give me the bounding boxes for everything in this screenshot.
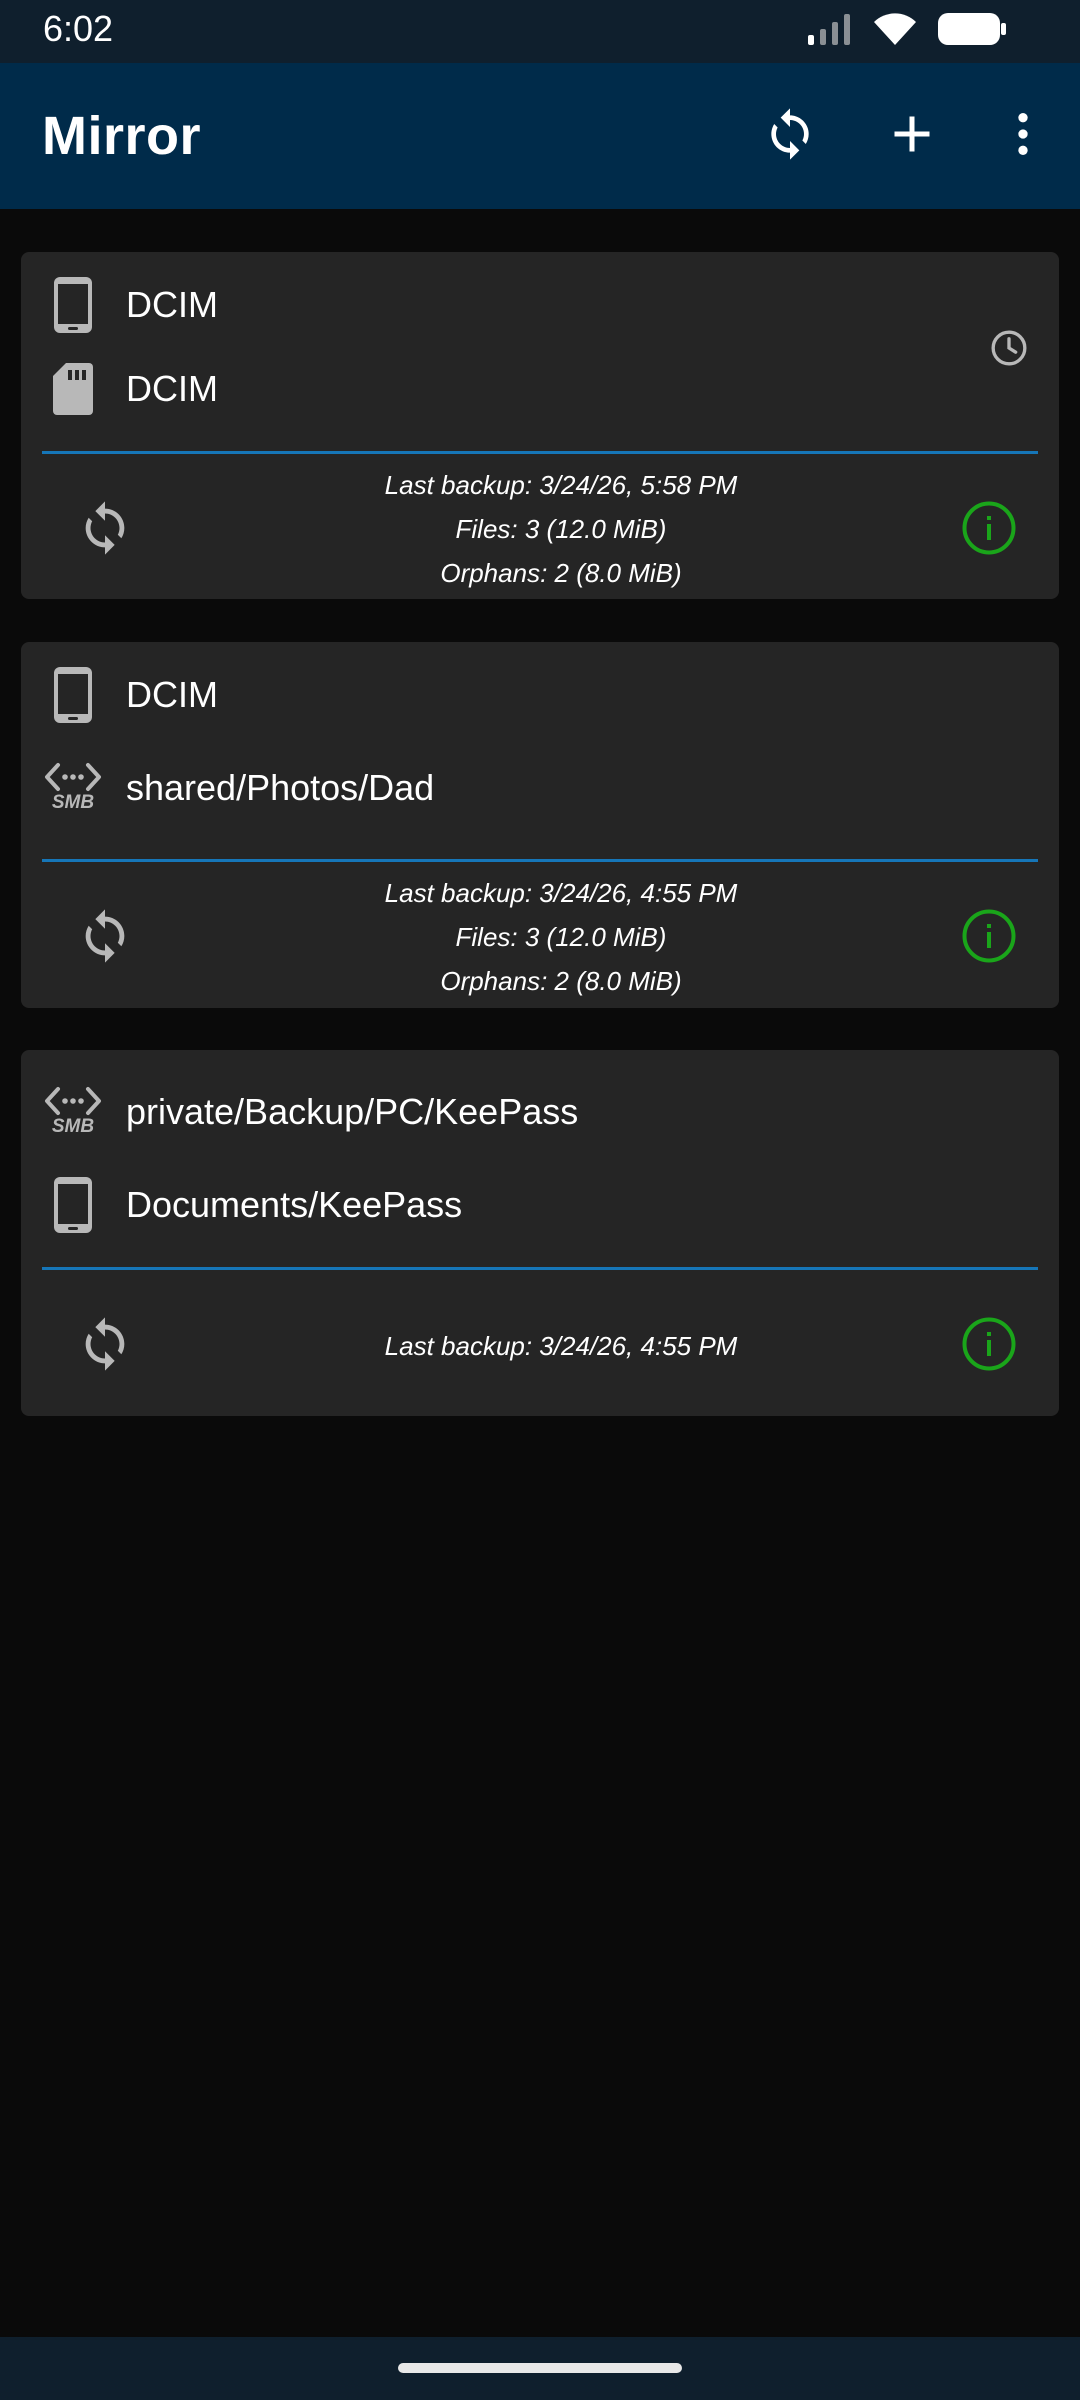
destination-row: DCIM xyxy=(21,349,921,429)
destination-path: Documents/KeePass xyxy=(126,1184,463,1225)
info-button[interactable] xyxy=(949,898,1029,978)
sync-button[interactable] xyxy=(65,1306,145,1386)
schedule-icon xyxy=(979,318,1039,378)
source-row: SMB private/Backup/PC/KeePass xyxy=(21,1072,921,1152)
orphans-text: Orphans: 2 (8.0 MiB) xyxy=(440,558,682,588)
card-divider xyxy=(42,451,1038,454)
add-button[interactable] xyxy=(879,103,945,169)
sync-icon xyxy=(76,907,134,970)
sync-all-button[interactable] xyxy=(757,103,823,169)
phone-icon xyxy=(41,655,105,735)
info-icon xyxy=(961,500,1017,561)
more-vert-icon xyxy=(995,106,1051,167)
status-time: 6:02 xyxy=(43,8,114,49)
mirror-card[interactable]: SMB private/Backup/PC/KeePass Documents/… xyxy=(21,1050,1059,1416)
app-bar: Mirror xyxy=(0,63,1080,209)
source-path: private/Backup/PC/KeePass xyxy=(126,1091,579,1132)
smb-icon: SMB xyxy=(41,1072,105,1152)
more-options-button[interactable] xyxy=(990,103,1056,169)
destination-path: DCIM xyxy=(126,368,218,409)
source-row: DCIM xyxy=(21,265,921,345)
info-button[interactable] xyxy=(949,490,1029,570)
files-text: Files: 3 (12.0 MiB) xyxy=(455,514,667,544)
files-text: Files: 3 (12.0 MiB) xyxy=(455,922,667,952)
smb-icon: SMB xyxy=(41,748,105,828)
backup-details: Last backup: 3/24/26, 4:55 PM Files: 3 (… xyxy=(201,871,921,1003)
destination-row: SMB shared/Photos/Dad xyxy=(21,748,921,828)
mirror-card[interactable]: DCIM SMB shared/Photos/Dad Last backup: … xyxy=(21,642,1059,1008)
phone-icon xyxy=(41,1165,105,1245)
mirror-card[interactable]: DCIM DCIM Last backup: 3/24/26, 5:58 PM … xyxy=(21,252,1059,599)
sd-card-icon xyxy=(41,349,105,429)
last-backup-text: Last backup: 3/24/26, 4:55 PM xyxy=(384,1331,738,1361)
destination-row: Documents/KeePass xyxy=(21,1165,921,1245)
phone-icon xyxy=(41,265,105,345)
last-backup-text: Last backup: 3/24/26, 5:58 PM xyxy=(384,470,738,500)
source-path: DCIM xyxy=(126,674,218,715)
info-button[interactable] xyxy=(949,1306,1029,1386)
destination-path: shared/Photos/Dad xyxy=(126,767,435,808)
info-icon xyxy=(961,1316,1017,1377)
last-backup-text: Last backup: 3/24/26, 4:55 PM xyxy=(384,878,738,908)
info-icon xyxy=(961,908,1017,969)
card-divider xyxy=(42,1267,1038,1270)
sync-button[interactable] xyxy=(65,490,145,570)
app-title: Mirror xyxy=(42,106,202,166)
add-icon xyxy=(882,104,942,169)
wifi-icon xyxy=(872,11,918,52)
source-path: DCIM xyxy=(126,284,218,325)
backup-details: Last backup: 3/24/26, 4:55 PM xyxy=(201,1324,921,1368)
sync-icon xyxy=(76,499,134,562)
home-gesture-handle[interactable] xyxy=(398,2363,682,2373)
status-bar: 6:02 xyxy=(0,0,1080,63)
smb-icon-label: SMB xyxy=(51,792,95,813)
orphans-text: Orphans: 2 (8.0 MiB) xyxy=(440,966,682,996)
battery-icon xyxy=(936,11,1008,52)
sync-button[interactable] xyxy=(65,898,145,978)
status-icons xyxy=(806,10,1008,52)
navigation-bar xyxy=(0,2337,1080,2400)
backup-details: Last backup: 3/24/26, 5:58 PM Files: 3 (… xyxy=(201,463,921,595)
card-divider xyxy=(42,859,1038,862)
cell-signal-icon xyxy=(806,11,854,52)
smb-icon-label: SMB xyxy=(51,1116,95,1137)
source-row: DCIM xyxy=(21,655,921,735)
sync-icon xyxy=(76,1315,134,1378)
sync-all-icon xyxy=(762,106,818,167)
